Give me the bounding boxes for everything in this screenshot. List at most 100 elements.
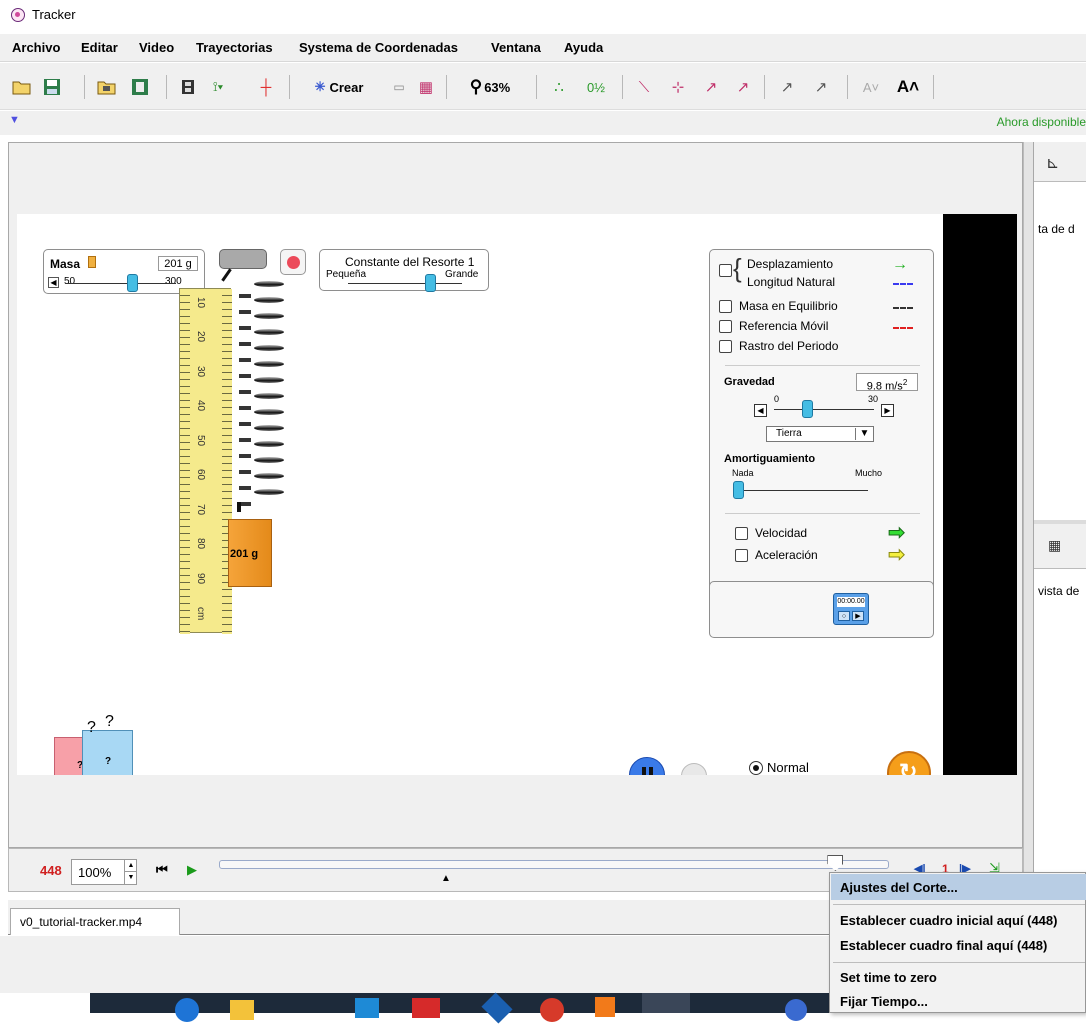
- reference-checkbox[interactable]: [719, 320, 732, 333]
- toolbar-separator: [289, 75, 290, 99]
- spring-slider-thumb[interactable]: [425, 274, 437, 292]
- spring-slider-track[interactable]: [348, 283, 462, 284]
- mass-decrease-button[interactable]: ◀: [48, 277, 59, 288]
- velocity-icon[interactable]: ↗: [700, 75, 722, 99]
- momentum-icon[interactable]: ↗: [810, 75, 832, 99]
- zoom-spinner[interactable]: 100% ▲ ▼: [71, 859, 137, 885]
- table-icon[interactable]: ▦: [1048, 537, 1061, 554]
- dropdown-triangle-icon[interactable]: ▼: [9, 114, 20, 126]
- acceleration-icon[interactable]: ↗: [732, 75, 754, 99]
- gravity-slider-track[interactable]: [774, 409, 874, 410]
- gravity-decrease-button[interactable]: ◀: [754, 404, 767, 417]
- stopwatch-play-icon[interactable]: ▶: [852, 611, 864, 621]
- taskbar-app-icon[interactable]: [785, 999, 807, 1021]
- labels-icon[interactable]: 0½: [582, 75, 610, 99]
- reference-label: Referencia Móvil: [739, 319, 829, 333]
- gravity-value-field[interactable]: 9.8 m/s2: [856, 373, 918, 393]
- save-icon[interactable]: [40, 75, 64, 99]
- open-folder-icon[interactable]: [10, 75, 34, 99]
- plot-icon[interactable]: ⊾: [1046, 153, 1059, 173]
- trail-icon[interactable]: ∴: [548, 75, 570, 99]
- font-larger-icon[interactable]: A˄: [895, 75, 921, 99]
- mystery-mass-red[interactable]: ?: [54, 737, 84, 775]
- acceleration-checkbox[interactable]: [735, 549, 748, 562]
- tab-video[interactable]: v0_tutorial-tracker.mp4: [10, 908, 180, 935]
- damping-slider-track[interactable]: [738, 490, 868, 491]
- gravity-slider-thumb[interactable]: [802, 400, 813, 418]
- coil-ring: [254, 345, 284, 351]
- export-icon[interactable]: [128, 75, 152, 99]
- stopwatch-reset-icon[interactable]: ○: [838, 611, 850, 621]
- video-slider[interactable]: [219, 860, 889, 869]
- menu-item-fix-time[interactable]: Fijar Tiempo...: [840, 994, 928, 1009]
- taskbar-app-icon[interactable]: [481, 992, 513, 1024]
- axes-icon[interactable]: ┼: [255, 75, 277, 99]
- menu-item-set-start-frame[interactable]: Establecer cuadro inicial aquí (448): [840, 913, 1057, 928]
- menu-coordenadas[interactable]: Systema de Coordenadas: [299, 40, 458, 55]
- menu-video[interactable]: Video: [139, 40, 174, 55]
- menu-ayuda[interactable]: Ayuda: [564, 40, 603, 55]
- gravity-increase-button[interactable]: ▶: [881, 404, 894, 417]
- menu-trayectorias[interactable]: Trayectorias: [196, 40, 273, 55]
- spinner-up-icon[interactable]: ▲: [124, 860, 137, 872]
- options-divider: [725, 513, 920, 514]
- menu-item-set-time-zero[interactable]: Set time to zero: [840, 970, 937, 985]
- step-button[interactable]: [681, 763, 707, 775]
- hanging-mass[interactable]: 201 g: [228, 519, 272, 587]
- ruler-label: 60: [195, 469, 206, 481]
- menu-separator: [833, 904, 1085, 905]
- equilibrium-checkbox[interactable]: [719, 300, 732, 313]
- clip-settings-icon[interactable]: [178, 75, 198, 99]
- taskbar-app-icon[interactable]: [175, 998, 199, 1022]
- taskbar-folder-icon[interactable]: [230, 1000, 254, 1020]
- velocity-label: Velocidad: [755, 526, 808, 540]
- force-icon[interactable]: ↗: [776, 75, 798, 99]
- menu-item-set-end-frame[interactable]: Establecer cuadro final aquí (448): [840, 938, 1047, 953]
- calibration-tools-icon[interactable]: ⟟▾: [203, 75, 233, 99]
- open-video-icon[interactable]: [95, 75, 119, 99]
- split-pane-handle[interactable]: [1023, 142, 1033, 907]
- spring-constant-panel: Constante del Resorte 1 Pequeña Grande: [319, 249, 489, 292]
- displacement-arrow-icon: →: [892, 256, 908, 273]
- taskbar-app-icon[interactable]: [595, 997, 615, 1017]
- planet-select[interactable]: Tierra ▼: [766, 426, 874, 442]
- pause-button[interactable]: [629, 757, 665, 775]
- normal-speed-radio[interactable]: [749, 761, 763, 775]
- data-track-icon[interactable]: ▦: [415, 75, 437, 99]
- zoom-button[interactable]: ⚲ 63%: [455, 75, 525, 99]
- coil-ring: [254, 393, 284, 399]
- coil-ring: [254, 377, 284, 383]
- stop-button[interactable]: [280, 249, 306, 275]
- menu-ventana[interactable]: Ventana: [491, 40, 541, 55]
- menu-archivo[interactable]: Archivo: [12, 40, 60, 55]
- update-notice[interactable]: Ahora disponible: [997, 115, 1086, 129]
- menu-item-clip-settings[interactable]: Ajustes del Corte...: [840, 880, 958, 895]
- coil-ring: [254, 361, 284, 367]
- track-control-icon[interactable]: ▭: [388, 75, 410, 99]
- displacement-checkbox[interactable]: [719, 264, 732, 277]
- velocity-checkbox[interactable]: [735, 527, 748, 540]
- coil-ring: [254, 457, 284, 463]
- taskbar-app-icon[interactable]: [412, 998, 440, 1018]
- play-icon[interactable]: ▶: [187, 862, 197, 878]
- taskbar-app-icon[interactable]: [540, 998, 564, 1022]
- plot-view-text: ta de d: [1038, 222, 1075, 236]
- mass-value-field[interactable]: 201 g: [158, 256, 198, 271]
- path-icon[interactable]: ⟍: [633, 75, 655, 99]
- taskbar-app-icon[interactable]: [355, 998, 379, 1018]
- reset-all-button[interactable]: ↻: [887, 751, 931, 775]
- mass-slider-thumb[interactable]: [127, 274, 138, 292]
- position-icon[interactable]: ⊹: [667, 75, 689, 99]
- measuring-ruler[interactable]: 10 20 30 40 50 60 70 80 90 cm: [179, 288, 232, 634]
- stopwatch[interactable]: 00:00.00 ○ ▶: [833, 593, 869, 625]
- mass-slider-track[interactable]: [66, 283, 176, 284]
- create-track-button[interactable]: ✳ Crear: [299, 75, 379, 99]
- font-smaller-icon[interactable]: A˅: [860, 75, 882, 99]
- taskbar-active-app[interactable]: [642, 993, 690, 1013]
- title-bar: Tracker: [0, 0, 1086, 31]
- spinner-down-icon[interactable]: ▼: [124, 872, 137, 884]
- go-to-start-icon[interactable]: ⏮: [156, 862, 168, 878]
- period-trace-checkbox[interactable]: [719, 340, 732, 353]
- damping-slider-thumb[interactable]: [733, 481, 744, 499]
- menu-editar[interactable]: Editar: [81, 40, 118, 55]
